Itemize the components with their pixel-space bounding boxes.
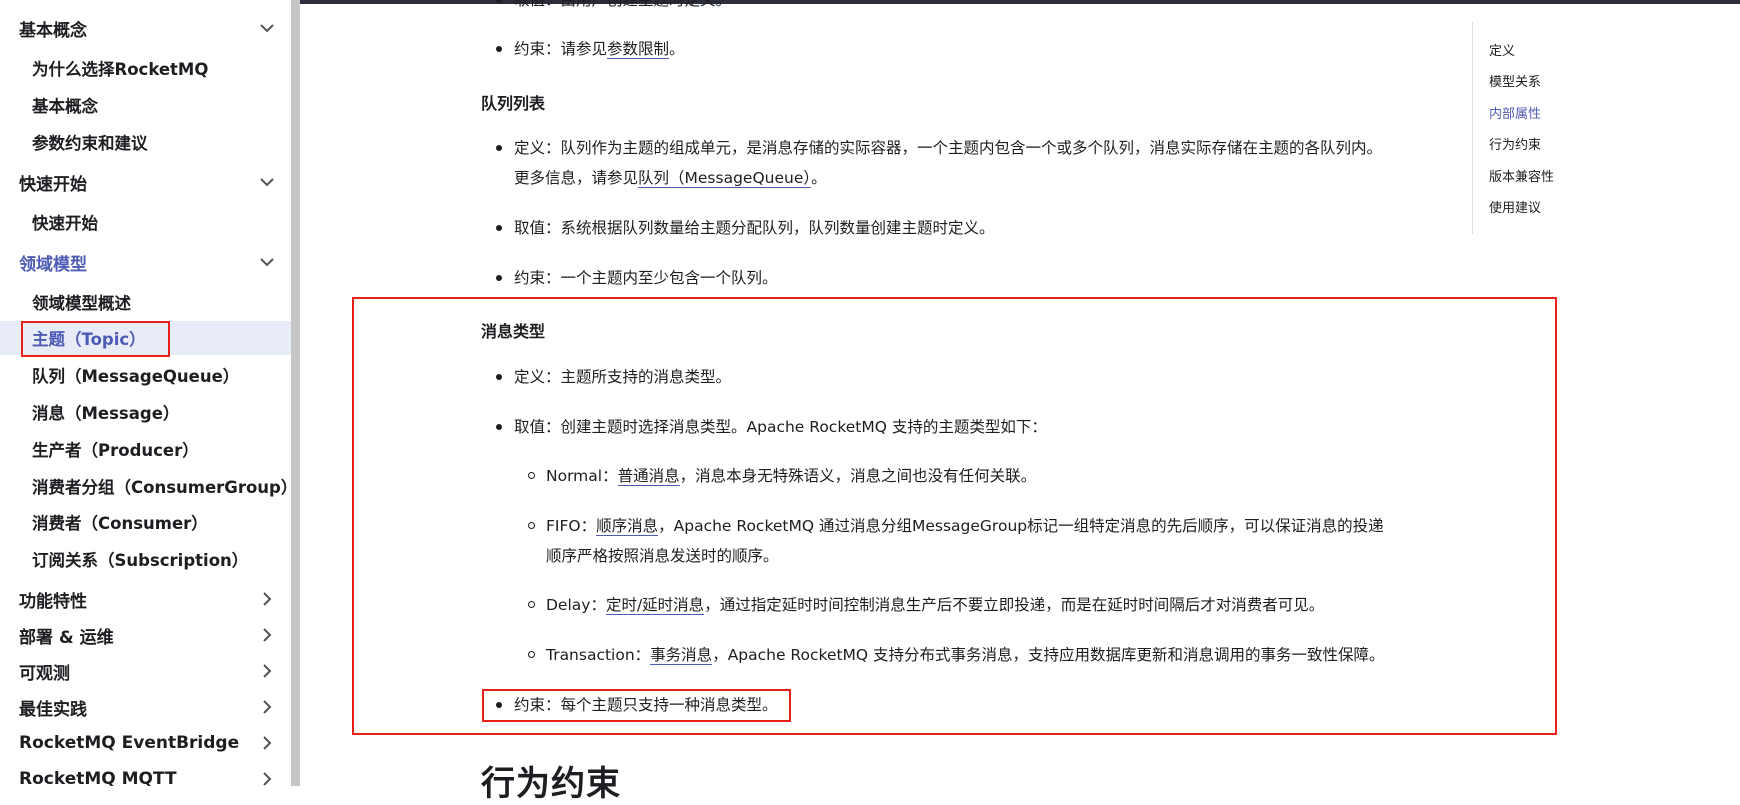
sidebar-item-messagequeue[interactable]: 队列（MessageQueue） — [0, 358, 291, 392]
list-item: 约束：一个主题内至少包含一个队列。 — [496, 263, 778, 293]
chevron-right-icon — [257, 625, 277, 645]
sidebar-category-mqtt[interactable]: RocketMQ MQTT — [0, 762, 291, 786]
table-of-contents: 定义 模型关系 内部属性 行为约束 版本兼容性 使用建议 — [1472, 22, 1573, 234]
list-item-delay: Delay：定时/延时消息，通过指定延时时间控制消息生产后不要立即投递，而是在延… — [527, 590, 1324, 620]
toc-item-definition[interactable]: 定义 — [1489, 40, 1515, 59]
sidebar-category-quickstart[interactable]: 快速开始 — [0, 165, 291, 199]
sidebar-category-best-practice[interactable]: 最佳实践 — [0, 690, 291, 724]
link-messagequeue[interactable]: 队列（MessageQueue） — [638, 169, 812, 188]
sidebar-item-quickstart[interactable]: 快速开始 — [0, 205, 291, 239]
sidebar-category-label: 可观测 — [19, 663, 70, 684]
sidebar-item-producer[interactable]: 生产者（Producer） — [0, 432, 291, 466]
list-item-normal: Normal：普通消息，消息本身无特殊语义，消息之间也没有任何关联。 — [527, 461, 1036, 491]
sidebar-category-label: 最佳实践 — [19, 699, 87, 720]
sidebar-item-why-rocketmq[interactable]: 为什么选择RocketMQ — [0, 51, 291, 85]
chevron-right-icon — [257, 769, 277, 786]
sidebar-item-parameter-constraints[interactable]: 参数约束和建议 — [0, 125, 291, 159]
sidebar-category-domain-model[interactable]: 领域模型 — [0, 245, 291, 279]
sidebar-category-label: RocketMQ MQTT — [19, 769, 177, 786]
sidebar-category-label: 功能特性 — [19, 591, 87, 612]
sidebar-scrollbar[interactable] — [291, 0, 300, 786]
sidebar-category-features[interactable]: 功能特性 — [0, 582, 291, 616]
sidebar-category-label: 部署 & 运维 — [19, 627, 114, 648]
sidebar-category-observability[interactable]: 可观测 — [0, 654, 291, 688]
link-parameter-limits[interactable]: 参数限制 — [607, 40, 670, 59]
sidebar-category-deploy-ops[interactable]: 部署 & 运维 — [0, 618, 291, 652]
list-item: 约束：请参见参数限制。 — [496, 34, 685, 64]
section-heading-queue-list: 队列列表 — [481, 94, 546, 113]
chevron-down-icon — [257, 172, 277, 192]
sidebar-category-basic[interactable]: 基本概念 — [0, 11, 291, 45]
toc-item-internal-attributes[interactable]: 内部属性 — [1489, 103, 1541, 122]
toc-item-behavior-constraints[interactable]: 行为约束 — [1489, 134, 1541, 153]
sidebar-category-label: 基本概念 — [19, 20, 87, 41]
link-fifo-message[interactable]: 顺序消息 — [596, 517, 659, 536]
list-item: 约束：每个主题只支持一种消息类型。 — [496, 690, 778, 720]
list-item: 定义：主题所支持的消息类型。 — [495, 362, 731, 392]
sidebar-category-label: 领域模型 — [19, 254, 87, 275]
list-item-transaction: Transaction：事务消息，Apache RocketMQ 支持分布式事务… — [528, 640, 1385, 670]
list-item-fifo: FIFO：顺序消息，Apache RocketMQ 通过消息分组MessageG… — [528, 511, 1426, 571]
chevron-right-icon — [257, 733, 277, 753]
sidebar-item-consumer[interactable]: 消费者（Consumer） — [0, 505, 291, 539]
sidebar-item-domain-overview[interactable]: 领域模型概述 — [0, 285, 291, 319]
chevron-right-icon — [257, 661, 277, 681]
list-item: 取值：由用户创建主题时定义。 — [495, 0, 731, 15]
sidebar-nav: 基本概念 为什么选择RocketMQ 基本概念 参数约束和建议 快速开始 快速开… — [0, 0, 291, 786]
sidebar-item-subscription[interactable]: 订阅关系（Subscription） — [0, 542, 291, 576]
sidebar-category-label: RocketMQ EventBridge — [19, 733, 240, 753]
sidebar-item-basic-concepts[interactable]: 基本概念 — [0, 88, 291, 122]
sidebar-item-message[interactable]: 消息（Message） — [0, 395, 291, 429]
section-heading-behavior-constraints: 行为约束 — [481, 764, 621, 804]
list-item: 取值：创建主题时选择消息类型。Apache RocketMQ 支持的主题类型如下… — [496, 412, 1047, 442]
chevron-down-icon — [257, 252, 277, 272]
sidebar-category-eventbridge[interactable]: RocketMQ EventBridge — [0, 726, 291, 760]
toc-item-version-compat[interactable]: 版本兼容性 — [1489, 166, 1554, 185]
chevron-right-icon — [257, 589, 277, 609]
toc-item-usage-advice[interactable]: 使用建议 — [1489, 197, 1541, 216]
sidebar-item-topic[interactable]: 主题（Topic） — [0, 321, 291, 355]
link-delay-message[interactable]: 定时/延时消息 — [605, 596, 705, 615]
list-item: 取值：系统根据队列数量给主题分配队列，队列数量创建主题时定义。 — [496, 213, 995, 243]
section-heading-message-type: 消息类型 — [481, 322, 546, 341]
chevron-right-icon — [257, 697, 277, 717]
sidebar-category-label: 快速开始 — [19, 174, 87, 195]
link-normal-message[interactable]: 普通消息 — [617, 467, 680, 486]
toc-item-model-relations[interactable]: 模型关系 — [1489, 71, 1541, 90]
list-item: 定义：队列作为主题的组成单元，是消息存储的实际容器，一个主题内包含一个或多个队列… — [496, 133, 1414, 193]
chevron-down-icon — [257, 18, 277, 38]
sidebar-item-consumergroup[interactable]: 消费者分组（ConsumerGroup） — [0, 469, 291, 503]
link-transaction-message[interactable]: 事务消息 — [650, 646, 713, 665]
